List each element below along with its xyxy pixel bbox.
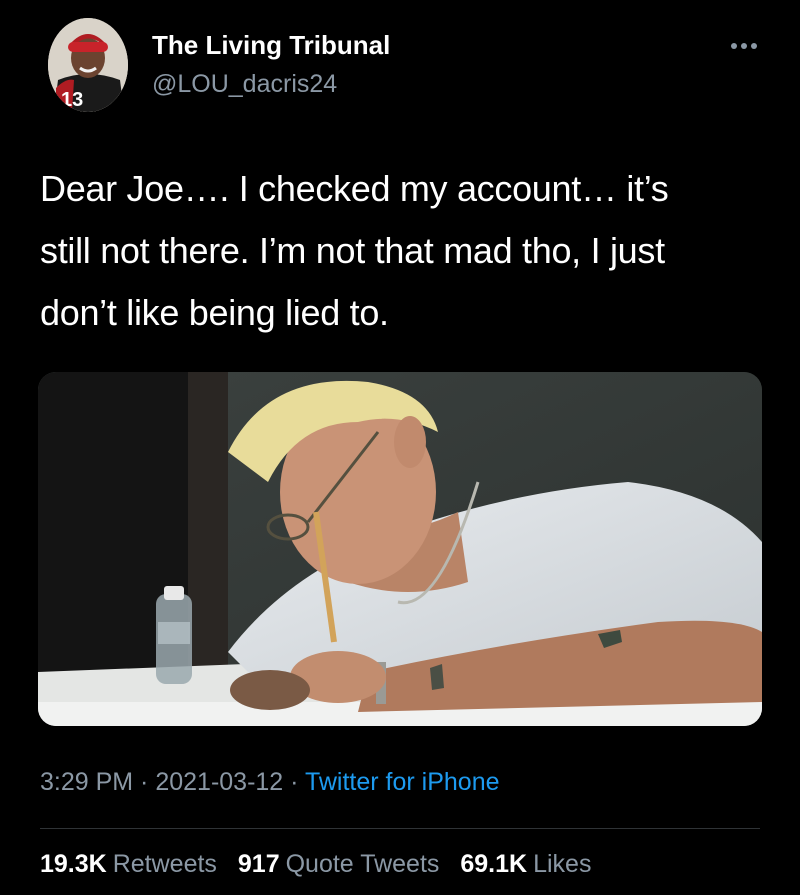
avatar-image: 13 bbox=[48, 18, 128, 112]
retweets-label: Retweets bbox=[112, 850, 217, 878]
likes-count: 69.1K bbox=[460, 850, 528, 878]
tweet-meta: 3:29 PM · 2021-03-12 · Twitter for iPhon… bbox=[40, 768, 500, 797]
tweet-date[interactable]: 2021-03-12 bbox=[155, 768, 283, 796]
likes-stat[interactable]: 69.1K Likes bbox=[460, 850, 591, 878]
quote-tweets-count: 917 bbox=[237, 850, 280, 878]
media-photo bbox=[38, 372, 762, 726]
tweet-media-image[interactable] bbox=[38, 372, 762, 726]
tweet-text-line: Dear Joe…. I checked my account… it’s bbox=[40, 168, 669, 209]
author-handle[interactable]: @LOU_dacris24 bbox=[152, 70, 337, 99]
quote-tweets-stat[interactable]: 917 Quote Tweets bbox=[238, 850, 440, 878]
avatar[interactable]: 13 bbox=[48, 18, 128, 112]
retweets-stat[interactable]: 19.3K Retweets bbox=[40, 850, 217, 878]
likes-label: Likes bbox=[533, 850, 592, 878]
tweet-source-link[interactable]: Twitter for iPhone bbox=[305, 768, 500, 796]
meta-separator: · bbox=[133, 768, 156, 796]
retweets-count: 19.3K bbox=[40, 850, 107, 878]
avatar-jersey-number: 13 bbox=[61, 89, 83, 111]
more-options-button[interactable] bbox=[728, 34, 760, 58]
tweet-time[interactable]: 3:29 PM bbox=[40, 768, 133, 796]
tweet-stats: 19.3K Retweets 917 Quote Tweets 69.1K Likes bbox=[40, 850, 605, 879]
author-display-name[interactable]: The Living Tribunal bbox=[152, 30, 390, 61]
tweet-text-line: don’t like being lied to. bbox=[40, 292, 389, 333]
tweet-text: Dear Joe…. I checked my account… it’s st… bbox=[40, 158, 770, 344]
more-horizontal-icon bbox=[731, 43, 757, 49]
quote-tweets-label: Quote Tweets bbox=[285, 850, 440, 878]
divider bbox=[40, 828, 760, 829]
tweet-text-line: still not there. I’m not that mad tho, I… bbox=[40, 230, 665, 271]
meta-separator: · bbox=[283, 768, 305, 796]
